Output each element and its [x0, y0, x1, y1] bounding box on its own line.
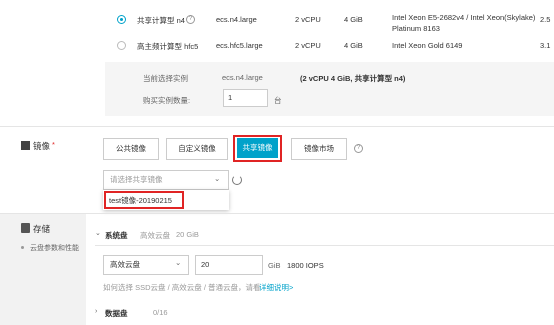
- required-mark: *: [52, 140, 55, 149]
- disk-size-input[interactable]: 20: [195, 255, 263, 275]
- system-disk-label[interactable]: 系统盘: [105, 230, 128, 241]
- tab-public-image[interactable]: 公共镜像: [103, 138, 159, 160]
- storage-disk-icon: [21, 223, 30, 233]
- disk-help-text: 如何选择 SSD云盘 / 高效云盘 / 普通云盘，请看: [103, 283, 261, 292]
- instance-type-n4: ecs.n4.large: [216, 15, 257, 24]
- disk-size-unit: GiB: [268, 261, 281, 270]
- instance-extra-hfc5: 3.1: [540, 41, 551, 50]
- chevron-down-icon: ⌄: [175, 258, 182, 267]
- instance-name-n4: 共享计算型 n4: [137, 16, 185, 25]
- image-section-icon: [21, 141, 30, 150]
- instance-radio-hfc5[interactable]: [117, 41, 126, 50]
- instance-radio-n4[interactable]: [117, 15, 126, 24]
- selection-summary: [105, 62, 554, 116]
- instance-type-hfc5: ecs.hfc5.large: [216, 41, 263, 50]
- quantity-input[interactable]: 1: [223, 89, 268, 107]
- chevron-down-icon: ⌄: [214, 174, 221, 183]
- data-disk-count: 0/16: [153, 308, 168, 317]
- storage-sub-label: 云盘参数和性能: [30, 245, 79, 252]
- current-instance-label: 当前选择实例: [143, 74, 188, 83]
- instance-cpu-n4-line1: Intel Xeon E5-2682v4 / Intel Xeon(Skylak…: [392, 13, 536, 22]
- instance-cpu-hfc5: Intel Xeon Gold 6149: [392, 41, 463, 50]
- instance-vcpu-hfc5: 2 vCPU: [295, 41, 321, 50]
- instance-mem-hfc5: 4 GiB: [344, 41, 363, 50]
- refresh-icon[interactable]: [232, 175, 242, 185]
- instance-cpu-n4-line2: Platinum 8163: [392, 24, 440, 33]
- image-section-label: 镜像: [33, 141, 51, 151]
- help-icon[interactable]: ?: [186, 15, 195, 24]
- storage-section-label: 存储: [33, 224, 51, 234]
- system-disk-caret-icon: ⌄: [95, 230, 101, 237]
- disk-help-link[interactable]: 详细说明>: [259, 282, 293, 293]
- section-divider: [0, 126, 554, 127]
- instance-mem-n4: 4 GiB: [344, 15, 363, 24]
- tab-custom-image[interactable]: 自定义镜像: [166, 138, 228, 160]
- data-disk-label[interactable]: 数据盘: [105, 308, 128, 319]
- disk-iops: 1800 IOPS: [287, 261, 324, 270]
- tab-shared-image[interactable]: 共享镜像: [237, 138, 278, 158]
- quantity-label: 购买实例数量:: [143, 96, 191, 105]
- shared-image-select[interactable]: 请选择共享镜像: [103, 170, 229, 190]
- current-instance-desc: (2 vCPU 4 GiB, 共享计算型 n4): [300, 74, 406, 83]
- image-help-icon[interactable]: ?: [354, 144, 363, 153]
- system-disk-summary: 高效云盘: [140, 231, 170, 240]
- data-disk-caret-icon: ›: [95, 308, 98, 315]
- system-disk-summary-size: 20 GiB: [176, 230, 199, 239]
- quantity-unit: 台: [274, 96, 282, 105]
- instance-vcpu-n4: 2 vCPU: [295, 15, 321, 24]
- instance-extra-n4: 2.5: [540, 15, 551, 24]
- tab-image-market[interactable]: 镜像市场: [291, 138, 347, 160]
- instance-name-hfc5: 高主频计算型 hfc5: [137, 42, 199, 51]
- dropdown-option-test-image[interactable]: test镜像-20190215: [109, 195, 172, 206]
- current-instance-type: ecs.n4.large: [222, 73, 263, 82]
- system-disk-underline: [95, 245, 554, 246]
- bullet-dot: [21, 246, 24, 249]
